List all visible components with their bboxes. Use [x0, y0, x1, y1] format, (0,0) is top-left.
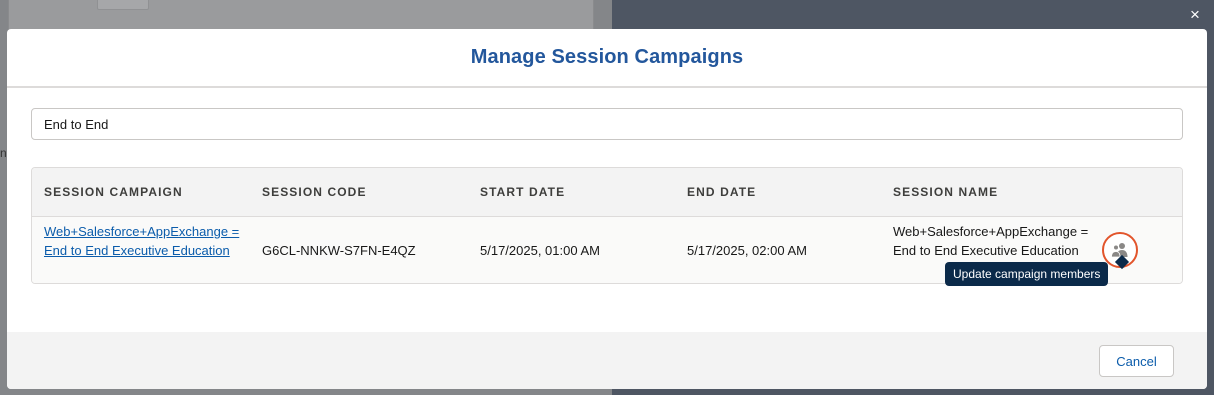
search-input[interactable] — [31, 108, 1183, 140]
start-date-cell: 5/17/2025, 01:00 AM — [480, 243, 600, 258]
background-input — [97, 0, 149, 10]
background-text-fragment: n — [0, 146, 7, 160]
update-campaign-members-tooltip: Update campaign members — [945, 262, 1109, 286]
column-header-session-campaign: SESSION CAMPAIGN — [44, 185, 183, 199]
column-header-end-date: END DATE — [687, 185, 757, 199]
column-header-session-code: SESSION CODE — [262, 185, 367, 199]
session-campaign-link[interactable]: Web+Salesforce+AppExchange = End to End … — [44, 222, 244, 260]
cancel-button[interactable]: Cancel — [1099, 345, 1174, 377]
column-header-start-date: START DATE — [480, 185, 566, 199]
session-name-cell: Web+Salesforce+AppExchange = End to End … — [893, 224, 1089, 258]
modal-title: Manage Session Campaigns — [470, 46, 744, 68]
manage-session-campaigns-modal: Manage Session Campaigns SESSION CAMPAIG… — [7, 29, 1207, 389]
modal-header: Manage Session Campaigns — [7, 29, 1207, 88]
modal-footer: Cancel — [7, 332, 1207, 389]
table-header: SESSION CAMPAIGN SESSION CODE START DATE… — [32, 168, 1182, 217]
end-date-cell: 5/17/2025, 02:00 AM — [687, 243, 807, 258]
session-code-cell: G6CL-NNKW-S7FN-E4QZ — [262, 243, 416, 258]
column-header-session-name: SESSION NAME — [893, 185, 999, 199]
close-icon[interactable]: × — [1186, 6, 1204, 24]
